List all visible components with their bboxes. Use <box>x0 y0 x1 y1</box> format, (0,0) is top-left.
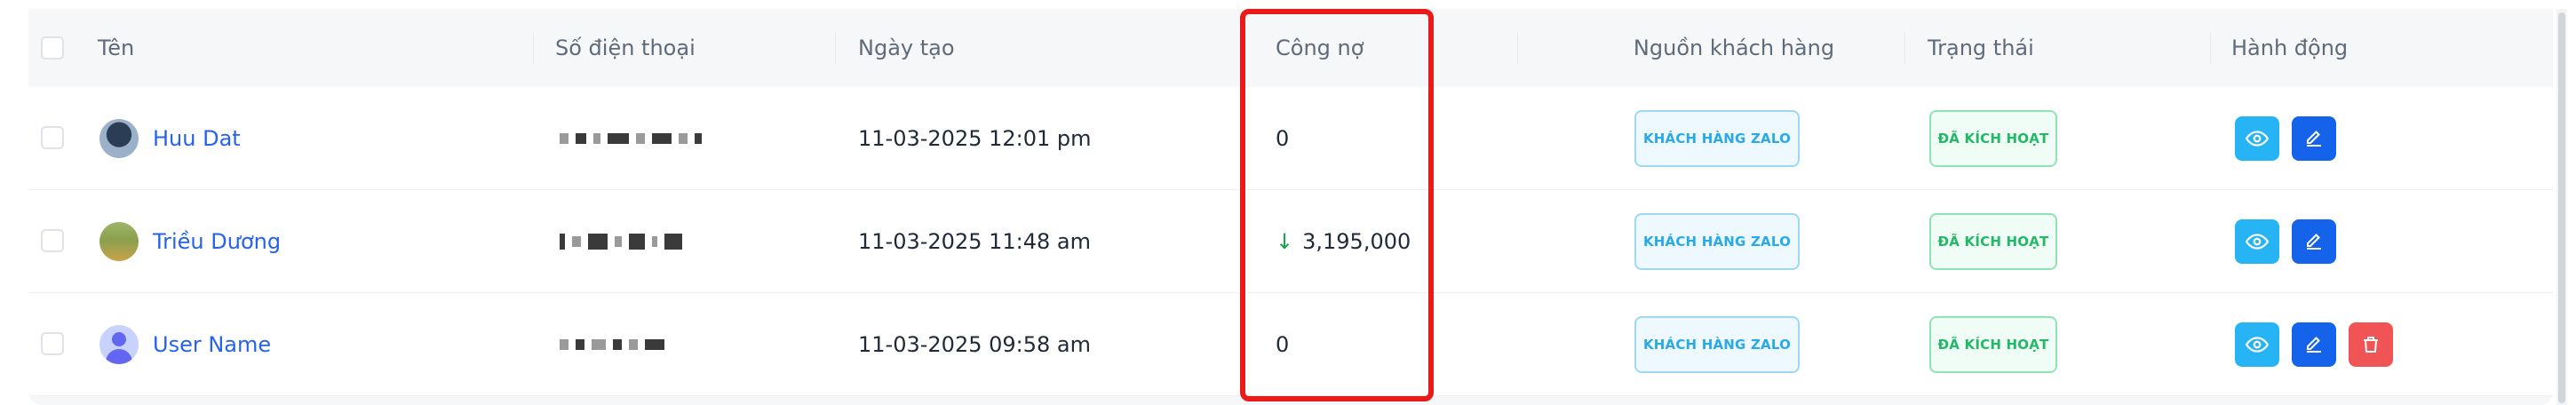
status-badge: ĐÃ KÍCH HOẠT <box>1929 109 2057 167</box>
customer-source-badge: KHÁCH HÀNG ZALO <box>1634 212 1800 270</box>
avatar <box>99 324 139 364</box>
column-divider <box>835 32 836 64</box>
column-header-source[interactable]: Nguồn khách hàng <box>1519 9 1949 87</box>
row-checkbox[interactable] <box>41 229 64 252</box>
created-date: 11-03-2025 11:48 am <box>858 228 1091 254</box>
column-header-phone[interactable]: Số điện thoại <box>555 9 696 87</box>
pencil-icon <box>2307 233 2321 250</box>
phone-number-redacted <box>560 87 702 189</box>
status-badge: ĐÃ KÍCH HOẠT <box>1929 212 2057 270</box>
debt-column-highlight <box>1240 9 1434 401</box>
customer-name-link[interactable]: Huu Dat <box>153 126 241 151</box>
row-checkbox[interactable] <box>41 126 64 149</box>
column-header-actions: Hành động <box>2231 36 2349 60</box>
column-divider <box>533 32 534 64</box>
column-divider <box>1517 32 1518 64</box>
column-header-name[interactable]: Tên <box>98 9 134 87</box>
pencil-icon <box>2307 336 2321 353</box>
edit-button[interactable] <box>2292 115 2336 161</box>
select-all-checkbox[interactable] <box>41 36 64 60</box>
customer-source-badge: KHÁCH HÀNG ZALO <box>1634 109 1800 167</box>
scrollbar-thumb[interactable] <box>2558 12 2565 403</box>
phone-number-redacted <box>560 293 664 395</box>
pencil-icon <box>2307 130 2321 147</box>
created-date: 11-03-2025 09:58 am <box>858 331 1091 357</box>
view-button[interactable] <box>2235 115 2279 161</box>
row-checkbox[interactable] <box>41 332 64 355</box>
status-badge: ĐÃ KÍCH HOẠT <box>1929 315 2057 373</box>
trash-icon <box>2364 336 2378 353</box>
column-divider <box>1904 32 1905 64</box>
phone-number-redacted <box>560 190 682 292</box>
view-button[interactable] <box>2235 322 2279 367</box>
eye-icon <box>2246 130 2269 147</box>
view-button[interactable] <box>2235 218 2279 264</box>
avatar <box>99 118 139 158</box>
customer-source-badge: KHÁCH HÀNG ZALO <box>1634 315 1800 373</box>
column-header-status[interactable]: Trạng thái <box>1928 9 2034 87</box>
edit-button[interactable] <box>2292 322 2336 367</box>
delete-button[interactable] <box>2349 322 2393 367</box>
created-date: 11-03-2025 12:01 pm <box>858 125 1092 151</box>
column-divider <box>2210 32 2211 64</box>
customer-table-page: Tên Số điện thoại Ngày tạo Công nợ Nguồn… <box>0 0 2576 405</box>
eye-icon <box>2246 233 2269 250</box>
avatar <box>99 221 139 261</box>
column-header-created[interactable]: Ngày tạo <box>858 9 955 87</box>
edit-button[interactable] <box>2292 218 2336 264</box>
eye-icon <box>2246 336 2269 353</box>
customer-name-link[interactable]: User Name <box>153 332 271 357</box>
customer-name-link[interactable]: Triều Dương <box>153 229 281 254</box>
